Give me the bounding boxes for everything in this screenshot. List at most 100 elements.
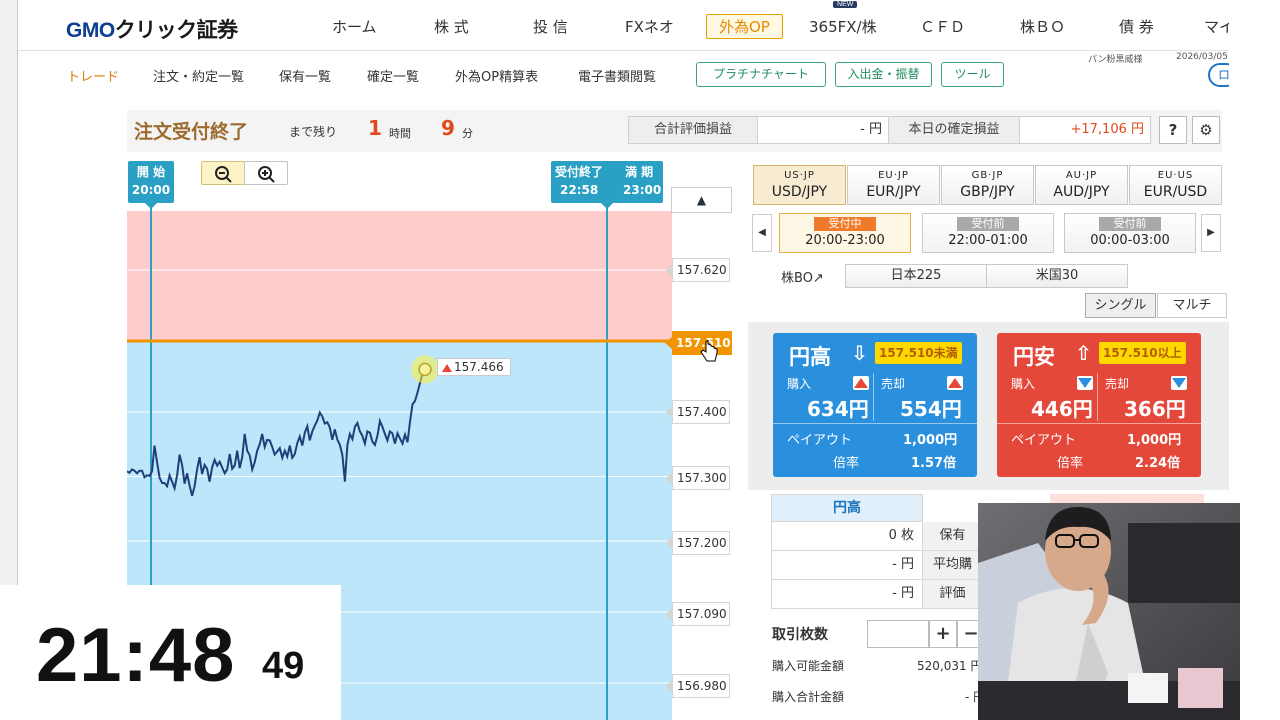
quantity-input[interactable] — [867, 620, 929, 648]
position-eval-label: 評価 — [923, 580, 983, 609]
current-price-label: 157.466 — [437, 358, 511, 377]
buy-down-icon — [1077, 376, 1093, 390]
nav-stock-bo[interactable]: 株ＢＯ — [1020, 16, 1065, 37]
nikkei225-button[interactable]: 日本225 — [845, 264, 987, 288]
streamer-webcam-image — [978, 503, 1240, 720]
subnav-trade[interactable]: トレード — [67, 66, 119, 85]
tab-aud-jpy[interactable]: AU·JP AUD/JPY — [1035, 165, 1128, 205]
nav-funds[interactable]: 投 信 — [533, 16, 568, 37]
quantity-label: 取引枚数 — [772, 627, 828, 643]
header-date: 2026/03/05 — [1176, 52, 1228, 62]
position-eval: - 円 — [771, 580, 923, 609]
hours-label: 時間 — [389, 127, 411, 140]
order-status-title: 注文受付終了 — [134, 121, 249, 143]
total-purchase-label: 購入合計金額 — [772, 690, 845, 704]
webcam-overlay — [978, 503, 1240, 720]
remaining-hours: 1 — [368, 116, 382, 140]
buyable-label: 購入可能金額 — [772, 659, 845, 673]
slot-1[interactable]: 受付中 20:00-23:00 — [779, 213, 911, 253]
flag-eu-us-icon: EU·US — [1157, 170, 1194, 181]
tab-usd-jpy[interactable]: US·JP USD/JPY — [753, 165, 846, 205]
yen-low-buy-price[interactable]: 446円 — [1031, 393, 1093, 422]
nav-fxneo[interactable]: FXネオ — [625, 16, 674, 37]
nav-home[interactable]: ホーム — [332, 16, 377, 37]
subnav-documents[interactable]: 電子書類閲覧 — [578, 66, 656, 85]
start-time-marker: 開 始 20:00 — [128, 161, 174, 209]
quantity-plus-button[interactable]: + — [929, 620, 957, 648]
tab-eur-jpy[interactable]: EU·JP EUR/JPY — [847, 165, 940, 205]
upper-zone — [127, 211, 672, 341]
sell-down-icon — [1171, 376, 1187, 390]
subnav-statement[interactable]: 外為OP精算表 — [455, 66, 538, 85]
clock-time: 21:48 — [36, 613, 236, 698]
new-badge: NEW — [833, 1, 858, 8]
gear-icon: ⚙ — [1199, 121, 1213, 139]
nav-fx-option[interactable]: 外為OP — [706, 14, 783, 39]
zoom-in-button[interactable] — [244, 161, 288, 185]
us30-button[interactable]: 米国30 — [986, 264, 1128, 288]
slot-3[interactable]: 受付前 00:00-03:00 — [1064, 213, 1196, 253]
subnav-orders[interactable]: 注文・約定一覧 — [153, 66, 244, 85]
account-name: パン粉黒威様 — [1088, 55, 1143, 65]
position-count-label: 保有 — [923, 522, 983, 551]
subnav-settled[interactable]: 確定一覧 — [367, 66, 419, 85]
remaining-label: まで残り — [289, 125, 338, 139]
total-pl-value: - 円 — [757, 116, 889, 144]
yen-low-sell-price[interactable]: 366円 — [1124, 393, 1186, 422]
single-mode-button[interactable]: シングル — [1085, 293, 1156, 318]
buy-up-icon — [853, 376, 869, 390]
nav-cfd[interactable]: ＣＦＤ — [920, 16, 965, 37]
tick-label: 156.980 — [666, 674, 730, 698]
flag-gb-jp-icon: GB·JP — [971, 170, 1004, 181]
clock-seconds: 49 — [262, 645, 305, 687]
position-average-label: 平均購 — [923, 551, 983, 580]
settings-button[interactable]: ⚙ — [1192, 116, 1220, 144]
hand-cursor-icon — [700, 340, 718, 362]
deposit-transfer-button[interactable]: 入出金・振替 — [835, 62, 932, 87]
slot-prev-button[interactable]: ◀ — [752, 214, 772, 252]
yen-high-sell-price[interactable]: 554円 — [900, 393, 962, 422]
zoom-out-button[interactable] — [201, 161, 245, 185]
tab-eur-usd[interactable]: EU·US EUR/USD — [1129, 165, 1222, 205]
arrow-up-icon: ⇧ — [1075, 341, 1092, 365]
brand-logo[interactable]: GMOクリック証券 — [66, 14, 238, 44]
position-count: 0 枚 — [771, 522, 923, 551]
slot-next-button[interactable]: ▶ — [1201, 214, 1221, 252]
today-pl-value: +17,106 円 — [1019, 116, 1151, 144]
remaining-minutes: 9 — [441, 116, 455, 140]
end-time-marker: 受付終了 満 期 22:58 23:00 — [551, 161, 663, 209]
sell-up-icon — [947, 376, 963, 390]
subnav-holdings[interactable]: 保有一覧 — [279, 66, 331, 85]
tick-label: 157.200 — [666, 531, 730, 555]
yen-low-card[interactable]: 円安 ⇧ 157.510以上 購入 売却 446円 366円 ペイアウト 1,0… — [997, 333, 1201, 477]
nav-bonds[interactable]: 債 券 — [1119, 16, 1154, 37]
price-up-icon — [442, 364, 452, 373]
tab-gbp-jpy[interactable]: GB·JP GBP/JPY — [941, 165, 1034, 205]
help-button[interactable]: ? — [1159, 116, 1187, 144]
slot-2[interactable]: 受付前 22:00-01:00 — [922, 213, 1054, 253]
yen-high-buy-price[interactable]: 634円 — [807, 393, 869, 422]
tick-label: 157.620 — [666, 258, 730, 282]
current-price-dot — [418, 362, 432, 377]
flag-us-jp-icon: US·JP — [784, 170, 815, 181]
multi-mode-button[interactable]: マルチ — [1157, 293, 1227, 318]
stock-bo-link[interactable]: 株BO↗ — [781, 267, 824, 286]
tools-button[interactable]: ツール — [941, 62, 1004, 87]
total-pl-label: 合計評価損益 — [628, 116, 758, 144]
tick-label: 157.300 — [666, 466, 730, 490]
tick-label: 157.400 — [666, 400, 730, 424]
position-header: 円高 — [771, 494, 923, 522]
nav-stocks[interactable]: 株 式 — [434, 16, 469, 37]
arrow-down-icon: ⇩ — [851, 341, 868, 365]
tick-label: 157.090 — [666, 602, 730, 626]
position-average: - 円 — [771, 551, 923, 580]
yen-high-card[interactable]: 円高 ⇩ 157.510未満 購入 売却 634円 554円 ペイアウト 1,0… — [773, 333, 977, 477]
flag-eu-jp-icon: EU·JP — [878, 170, 909, 181]
platinum-chart-button[interactable]: プラチナチャート — [696, 62, 826, 87]
today-pl-label: 本日の確定損益 — [888, 116, 1020, 144]
nav-365fx[interactable]: 365FX/株 — [809, 16, 877, 37]
header-divider — [18, 50, 1229, 51]
flag-au-jp-icon: AU·JP — [1065, 170, 1098, 181]
scroll-up-button[interactable]: ▲ — [671, 187, 732, 213]
minutes-label: 分 — [462, 127, 473, 140]
